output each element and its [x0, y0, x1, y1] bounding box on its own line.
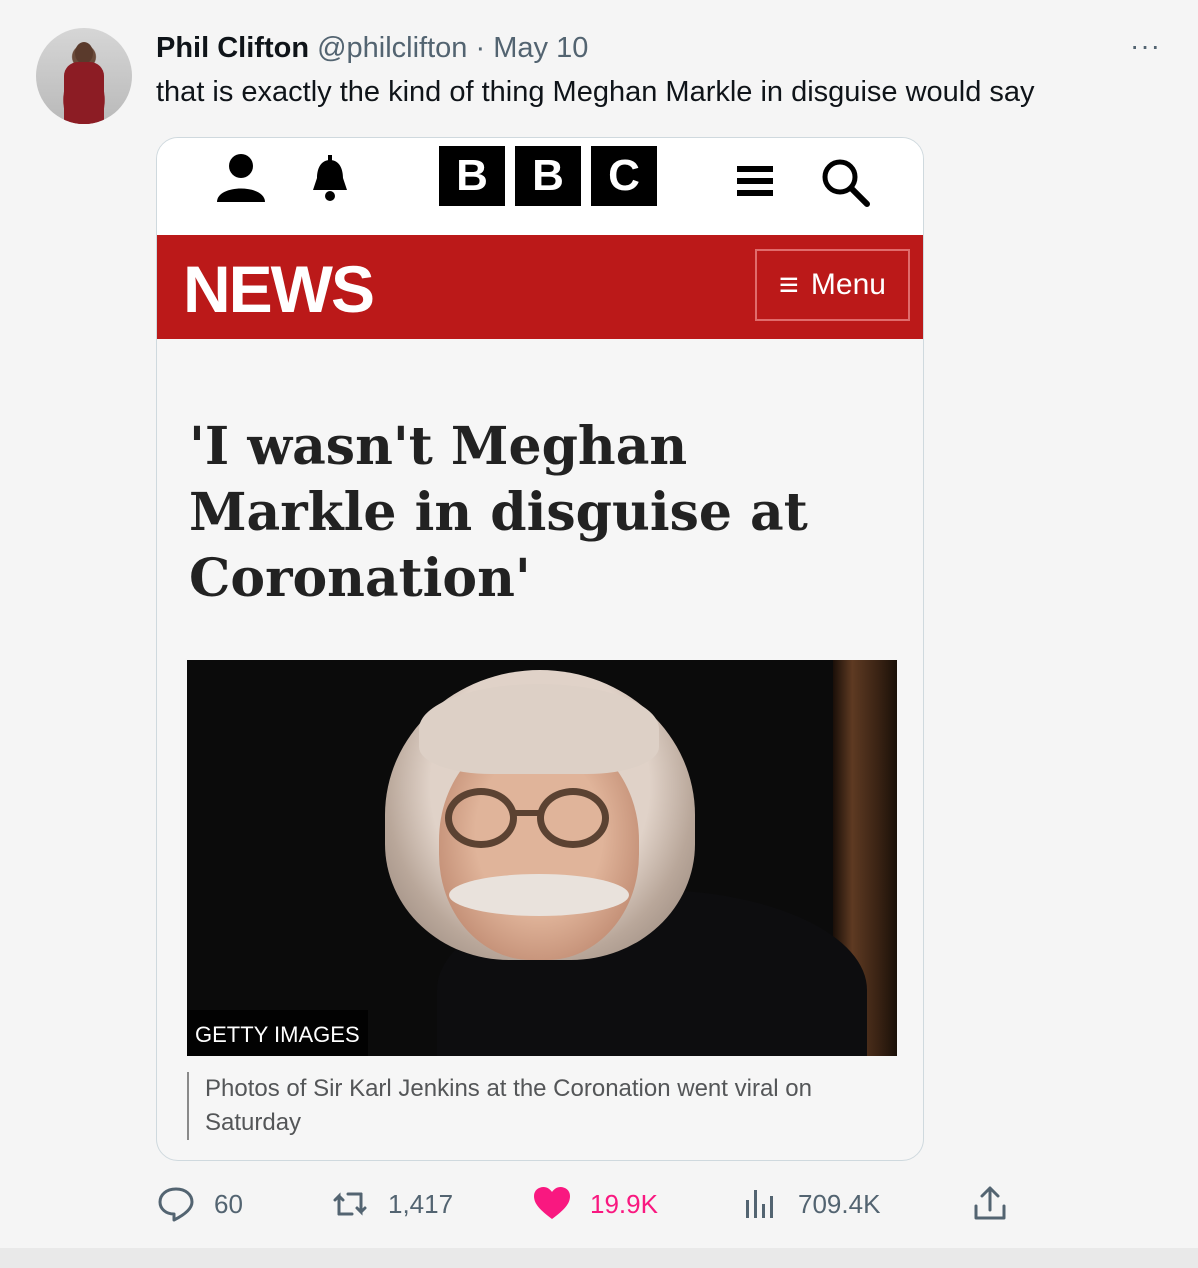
photo-glasses-left: [445, 788, 517, 848]
bbc-logo-letter: C: [591, 146, 657, 206]
news-label: NEWS: [183, 252, 375, 326]
photo-glasses-right: [537, 788, 609, 848]
retweet-button[interactable]: 1,417: [330, 1184, 453, 1224]
share-button[interactable]: [970, 1184, 1010, 1224]
reply-button[interactable]: 60: [156, 1184, 243, 1224]
article-photo: GETTY IMAGES: [187, 660, 897, 1056]
header-separator: ·: [475, 32, 486, 64]
tweet-actions: 60 1,417 19.9K 709.4K: [156, 1184, 1036, 1228]
reply-icon: [158, 1187, 194, 1222]
share-icon: [974, 1186, 1006, 1220]
article-headline: 'I wasn't Meghan Markle in disguise at C…: [189, 416, 808, 609]
menu-icon: ≡: [779, 266, 799, 304]
retweet-count: 1,417: [388, 1188, 454, 1219]
heart-icon: [534, 1187, 570, 1219]
tweet-text: that is exactly the kind of thing Meghan…: [156, 76, 1035, 108]
menu-button: ≡ Menu: [755, 249, 910, 321]
user-icon: [217, 154, 265, 202]
author-handle[interactable]: @philclifton: [317, 32, 467, 64]
bbc-logo-letter: B: [515, 146, 581, 206]
image-credit: GETTY IMAGES: [187, 1010, 368, 1056]
tweet-header: Phil Clifton @philclifton · May 10: [156, 32, 588, 65]
search-icon: [822, 159, 870, 207]
reply-count: 60: [214, 1188, 243, 1219]
like-count: 19.9K: [590, 1188, 658, 1219]
views-count: 709.4K: [798, 1188, 881, 1219]
tweet-date[interactable]: May 10: [493, 32, 588, 64]
bbc-logo: B B C: [439, 146, 657, 206]
menu-label: Menu: [810, 268, 886, 301]
views-icon: [746, 1190, 773, 1218]
avatar-body: [64, 62, 104, 124]
retweet-icon: [333, 1192, 367, 1216]
avatar-head: [75, 42, 93, 64]
bell-icon: [313, 155, 347, 201]
author-name[interactable]: Phil Clifton: [156, 32, 309, 64]
views-button[interactable]: 709.4K: [740, 1184, 880, 1224]
hamburger-icon: [737, 166, 773, 196]
image-caption: Photos of Sir Karl Jenkins at the Corona…: [187, 1072, 907, 1140]
photo-glasses-bridge: [515, 810, 539, 816]
bbc-top-bar: B B C: [157, 138, 923, 235]
bbc-logo-letter: B: [439, 146, 505, 206]
author-avatar[interactable]: [36, 28, 132, 124]
more-options-icon[interactable]: ···: [1130, 30, 1161, 62]
media-card[interactable]: B B C NEWS ≡ Menu 'I wasn't Meghan Markl…: [156, 137, 924, 1161]
bottom-divider: [0, 1248, 1198, 1268]
photo-fringe: [419, 684, 659, 774]
news-bar: NEWS ≡ Menu: [157, 235, 923, 339]
like-button[interactable]: 19.9K: [532, 1184, 658, 1224]
photo-mustache: [449, 874, 629, 916]
